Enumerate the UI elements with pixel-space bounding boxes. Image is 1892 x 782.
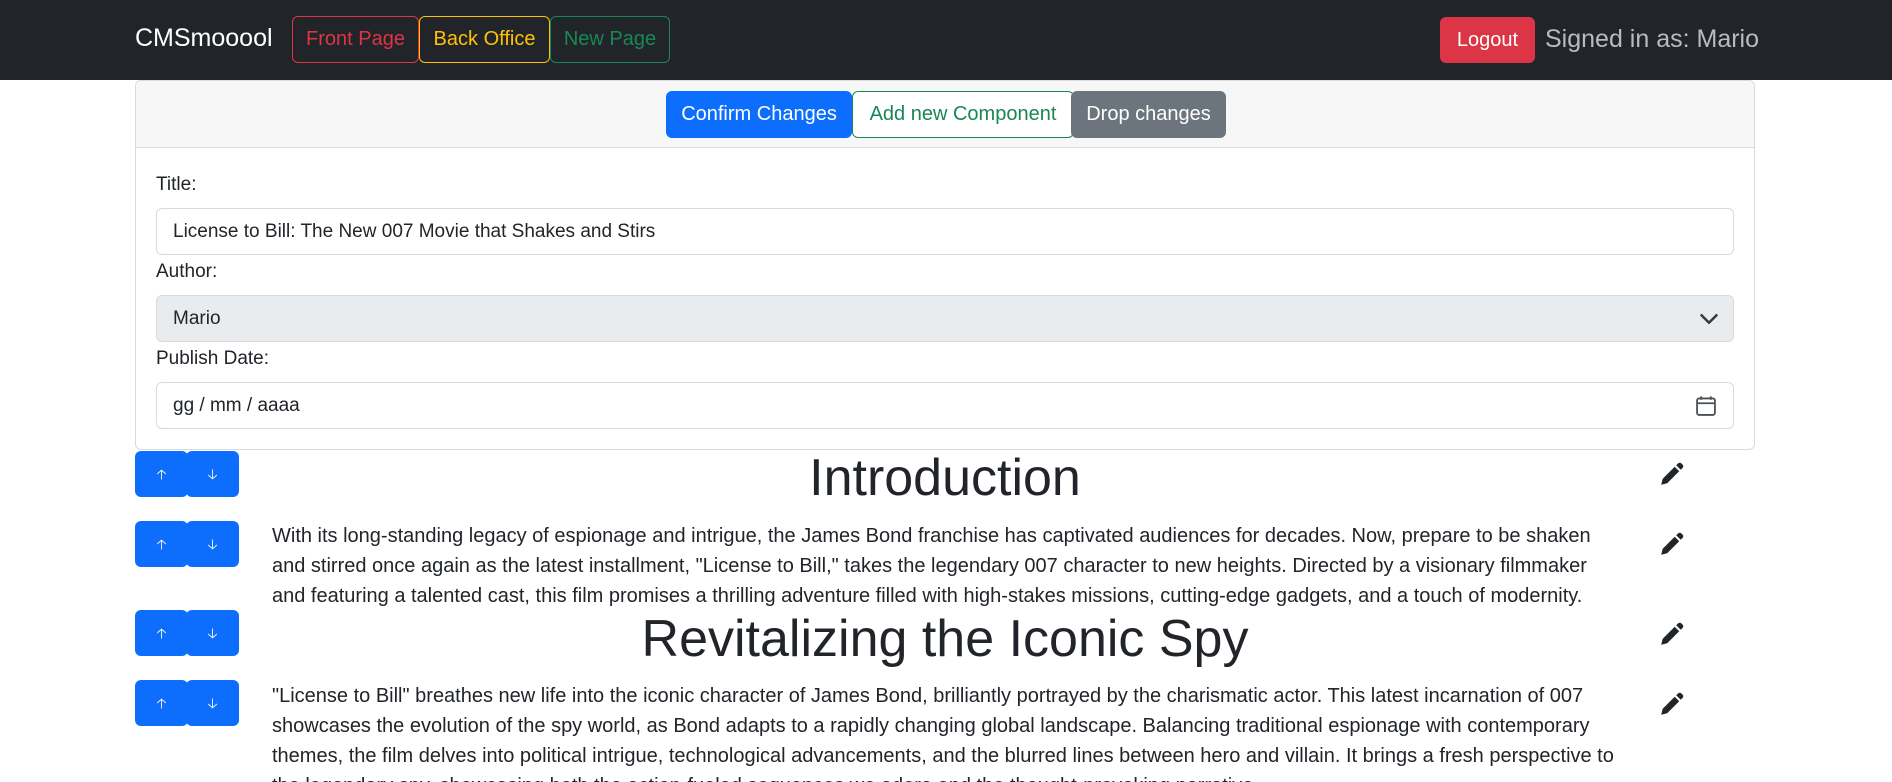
title-label: Title:: [156, 174, 197, 195]
arrow-down-icon: 🡣: [207, 466, 218, 482]
move-up-button[interactable]: 🡡: [135, 521, 188, 567]
top-navbar: CMSmooool Front Page Back Office New Pag…: [0, 0, 1892, 80]
pencil-icon[interactable]: [1660, 622, 1684, 646]
chevron-down-icon: [1700, 314, 1718, 324]
back-office-button[interactable]: Back Office: [419, 16, 550, 63]
logout-button[interactable]: Logout: [1440, 17, 1535, 63]
author-select-value: Mario: [173, 308, 221, 329]
move-down-button[interactable]: 🡣: [186, 521, 239, 567]
move-down-button[interactable]: 🡣: [186, 680, 239, 726]
component-header: Revitalizing the Iconic Spy: [641, 610, 1249, 668]
title-input-value: License to Bill: The New 007 Movie that …: [173, 221, 656, 242]
arrow-down-icon: 🡣: [207, 536, 218, 552]
new-page-button[interactable]: New Page: [550, 16, 670, 63]
editor-toolbar: Confirm Changes Add new Component Drop c…: [136, 81, 1754, 148]
move-up-button[interactable]: 🡡: [135, 680, 188, 726]
pencil-icon[interactable]: [1660, 692, 1684, 716]
move-down-button[interactable]: 🡣: [186, 451, 239, 497]
component-paragraph: With its long-standing legacy of espiona…: [272, 525, 1591, 607]
arrow-down-icon: 🡣: [207, 695, 218, 711]
arrow-up-icon: 🡡: [156, 466, 167, 482]
move-up-button[interactable]: 🡡: [135, 451, 188, 497]
component-paragraph: "License to Bill" breathes new life into…: [272, 685, 1614, 782]
arrow-down-icon: 🡣: [207, 625, 218, 641]
publish-date-placeholder: gg / mm / aaaa: [173, 395, 300, 416]
author-label: Author:: [156, 261, 218, 282]
confirm-changes-button[interactable]: Confirm Changes: [666, 91, 852, 138]
publish-date-input[interactable]: gg / mm / aaaa: [156, 382, 1734, 429]
publish-date-label: Publish Date:: [156, 348, 270, 369]
arrow-up-icon: 🡡: [156, 695, 167, 711]
pencil-icon[interactable]: [1660, 462, 1684, 486]
page-editor-card: Confirm Changes Add new Component Drop c…: [135, 80, 1755, 450]
drop-changes-button[interactable]: Drop changes: [1071, 91, 1226, 138]
author-select[interactable]: Mario: [156, 295, 1734, 342]
title-input[interactable]: License to Bill: The New 007 Movie that …: [156, 208, 1734, 255]
calendar-icon[interactable]: [1695, 395, 1717, 417]
arrow-up-icon: 🡡: [156, 625, 167, 641]
brand-logo[interactable]: CMSmooool: [135, 24, 273, 53]
signed-in-status: Signed in as: Mario: [1545, 25, 1760, 53]
add-component-button[interactable]: Add new Component: [852, 91, 1074, 138]
pencil-icon[interactable]: [1660, 532, 1684, 556]
move-up-button[interactable]: 🡡: [135, 610, 188, 656]
component-header: Introduction: [809, 449, 1081, 507]
arrow-up-icon: 🡡: [156, 536, 167, 552]
front-page-button[interactable]: Front Page: [292, 16, 419, 63]
move-down-button[interactable]: 🡣: [186, 610, 239, 656]
